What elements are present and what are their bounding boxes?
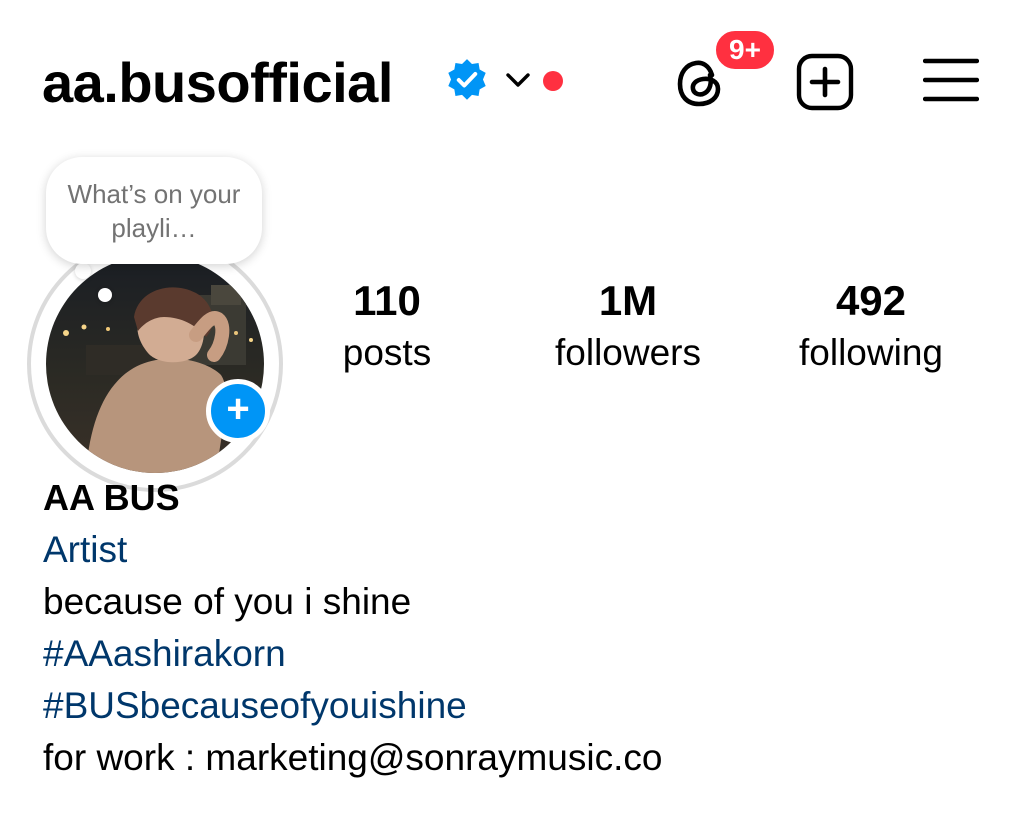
plus-square-icon[interactable] <box>796 53 854 111</box>
hashtag-link[interactable]: #AAashirakorn <box>43 628 286 680</box>
stat-posts-value: 110 <box>353 277 421 324</box>
profile-username[interactable]: aa.busofficial <box>42 48 393 118</box>
hashtag-link[interactable]: #BUSbecauseofyouishine <box>43 680 467 732</box>
hamburger-menu-icon[interactable] <box>923 57 979 103</box>
stat-followers-label: followers <box>555 332 701 373</box>
display-name: AA BUS <box>43 477 180 518</box>
note-bubble-tail-small <box>98 288 112 302</box>
threads-notification-badge: 9+ <box>712 27 778 73</box>
account-notification-dot <box>543 71 563 91</box>
verified-badge-icon <box>448 59 486 100</box>
bio-line: because of you i shine <box>43 581 412 622</box>
stat-following-label: following <box>799 332 943 373</box>
stat-following[interactable]: 492 following <box>751 276 991 380</box>
stat-following-value: 492 <box>835 277 907 324</box>
stat-posts[interactable]: 110 posts <box>267 276 507 380</box>
stat-posts-label: posts <box>342 332 432 373</box>
stat-followers[interactable]: 1M followers <box>508 276 748 380</box>
note-bubble[interactable]: What’s on your playli… <box>46 157 262 264</box>
category-label[interactable]: Artist <box>43 524 127 576</box>
note-bubble-tail-large <box>75 263 91 279</box>
stat-followers-value: 1M <box>598 277 658 324</box>
chevron-down-icon[interactable] <box>503 68 533 92</box>
plus-circle-icon[interactable]: + <box>206 379 270 443</box>
bio-contact: for work : marketing@sonraymusic.co <box>43 737 663 778</box>
